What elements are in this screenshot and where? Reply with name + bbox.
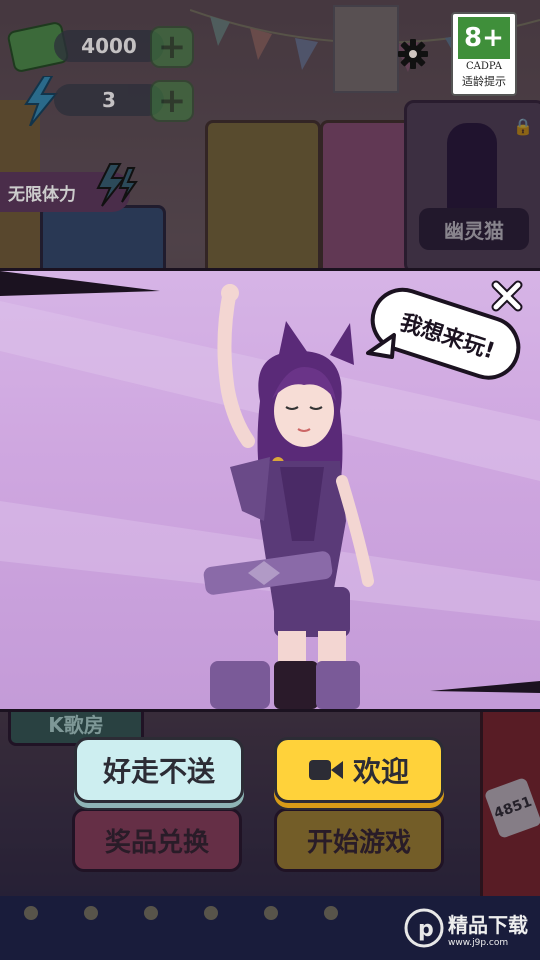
refuse-button-label: 好走不送: [102, 755, 215, 788]
age-rating-org: CADPA: [466, 61, 502, 72]
lightning-badge-icon: [96, 163, 138, 207]
welcome-button[interactable]: 欢迎: [274, 737, 444, 803]
close-icon[interactable]: [490, 279, 524, 313]
coin-value: 4000: [54, 30, 164, 62]
refuse-button[interactable]: 好走不送: [74, 737, 244, 803]
brand-logo-icon: p: [404, 908, 444, 948]
add-coins-button[interactable]: +: [150, 26, 194, 68]
character-visit-popup: 我想来玩!: [0, 268, 540, 712]
settings-gear-icon[interactable]: [397, 38, 429, 70]
watermark-url: www.j9p.com: [448, 937, 509, 948]
unlimited-energy-label: 无限体力: [8, 184, 76, 205]
video-camera-icon: [308, 760, 343, 780]
watermark-brand: 精品下载: [448, 912, 528, 937]
add-energy-button[interactable]: +: [150, 80, 194, 122]
age-rating-note: 适龄提示: [462, 75, 506, 88]
energy-value: 3: [54, 84, 164, 116]
age-rating-badge: 8+ CADPA 适龄提示: [451, 12, 517, 96]
svg-text:p: p: [418, 917, 434, 942]
watermark: p 精品下载 www.j9p.com: [404, 908, 528, 948]
welcome-button-label: 欢迎: [352, 755, 409, 788]
age-rating-value: 8+: [458, 17, 510, 59]
